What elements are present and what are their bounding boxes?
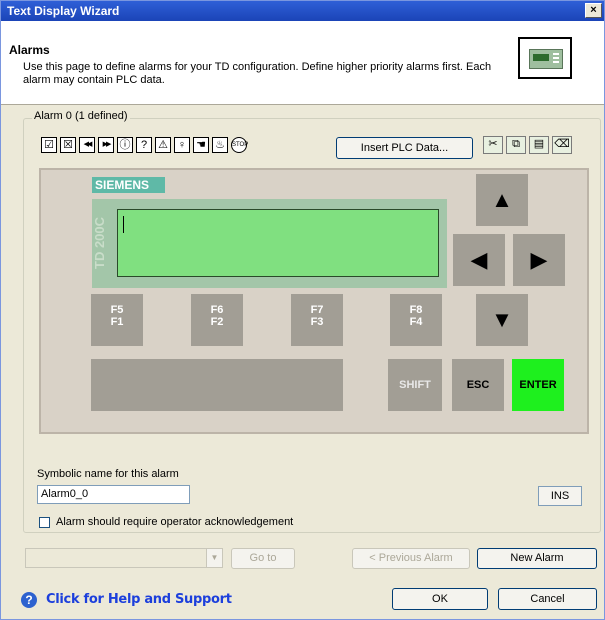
symbolic-name-label: Symbolic name for this alarm: [37, 468, 179, 480]
info-icon[interactable]: ⓘ: [117, 137, 133, 153]
arrow-right-key[interactable]: ▶: [513, 234, 565, 286]
warning-icon[interactable]: ⚠: [155, 137, 171, 153]
function-key-3[interactable]: F7 F3: [291, 294, 343, 346]
arrow-up-icon: ▲: [491, 187, 513, 212]
help-text[interactable]: Click for Help and Support: [46, 592, 232, 607]
function-key-bottom-label: F2: [210, 316, 224, 328]
function-key-top-label: F8: [409, 304, 423, 316]
stop-icon[interactable]: STOP: [231, 137, 248, 153]
page-header: Alarms Use this page to define alarms fo…: [1, 21, 604, 105]
bulb-icon[interactable]: ♀: [174, 137, 190, 153]
blank-key: [91, 359, 343, 411]
enter-key[interactable]: ENTER: [512, 359, 564, 411]
lcd-text-area[interactable]: [117, 209, 439, 277]
ok-button[interactable]: OK: [392, 588, 488, 610]
arrow-left-key[interactable]: ◀: [453, 234, 505, 286]
new-alarm-button[interactable]: New Alarm: [477, 548, 597, 569]
function-key-bottom-label: F3: [310, 316, 324, 328]
wizard-window: Text Display Wizard × Alarms Use this pa…: [0, 0, 605, 620]
acknowledge-label[interactable]: Alarm should require operator acknowledg…: [56, 516, 293, 528]
text-cursor: [123, 216, 124, 233]
goto-button[interactable]: Go to: [231, 548, 295, 569]
insert-plc-data-button[interactable]: Insert PLC Data...: [336, 137, 473, 159]
arrow-down-key[interactable]: ▼: [476, 294, 528, 346]
function-key-top-label: F6: [210, 304, 224, 316]
copy-icon[interactable]: ⧉: [506, 136, 526, 154]
alarm-select[interactable]: ▼: [25, 548, 223, 568]
hand-icon[interactable]: ☚: [193, 137, 209, 153]
ins-indicator: INS: [538, 486, 582, 506]
close-button[interactable]: ×: [585, 3, 602, 18]
function-key-2[interactable]: F6 F2: [191, 294, 243, 346]
help-icon: ?: [21, 592, 37, 608]
shift-key[interactable]: SHIFT: [388, 359, 442, 411]
page-title: Alarms: [9, 43, 50, 57]
function-key-bottom-label: F1: [110, 316, 124, 328]
alarm-group-label: Alarm 0 (1 defined): [32, 110, 130, 122]
function-key-top-label: F7: [310, 304, 324, 316]
arrow-right-icon: ▶: [530, 247, 548, 272]
chevron-down-icon[interactable]: ▼: [206, 549, 222, 567]
acknowledge-checkbox[interactable]: [39, 517, 50, 528]
window-title: Text Display Wizard: [7, 4, 120, 18]
function-key-4[interactable]: F8 F4: [390, 294, 442, 346]
esc-key[interactable]: ESC: [452, 359, 504, 411]
rewind-icon[interactable]: ◀◀: [79, 137, 95, 153]
function-key-bottom-label: F4: [409, 316, 423, 328]
function-key-top-label: F5: [110, 304, 124, 316]
delete-icon[interactable]: ⌫: [552, 136, 572, 154]
title-bar: Text Display Wizard ×: [1, 1, 604, 21]
brand-label: SIEMENS: [92, 177, 165, 193]
arrow-left-icon: ◀: [470, 247, 488, 272]
td-device-icon: [518, 37, 572, 79]
symbolic-name-input[interactable]: Alarm0_0: [37, 485, 190, 504]
cancel-button[interactable]: Cancel: [498, 588, 597, 610]
fast-forward-icon[interactable]: ▶▶: [98, 137, 114, 153]
arrow-up-key[interactable]: ▲: [476, 174, 528, 226]
x-box-icon[interactable]: ☒: [60, 137, 76, 153]
previous-alarm-button[interactable]: < Previous Alarm: [352, 548, 470, 569]
function-key-1[interactable]: F5 F1: [91, 294, 143, 346]
arrow-down-icon: ▼: [491, 307, 513, 332]
model-label: TD 200C: [92, 216, 107, 270]
cut-icon[interactable]: ✂: [483, 136, 503, 154]
check-box-icon[interactable]: ☑: [41, 137, 57, 153]
question-icon[interactable]: ?: [136, 137, 152, 153]
fire-icon[interactable]: ♨: [212, 137, 228, 153]
page-description: Use this page to define alarms for your …: [23, 61, 492, 86]
paste-icon[interactable]: ▤: [529, 136, 549, 154]
